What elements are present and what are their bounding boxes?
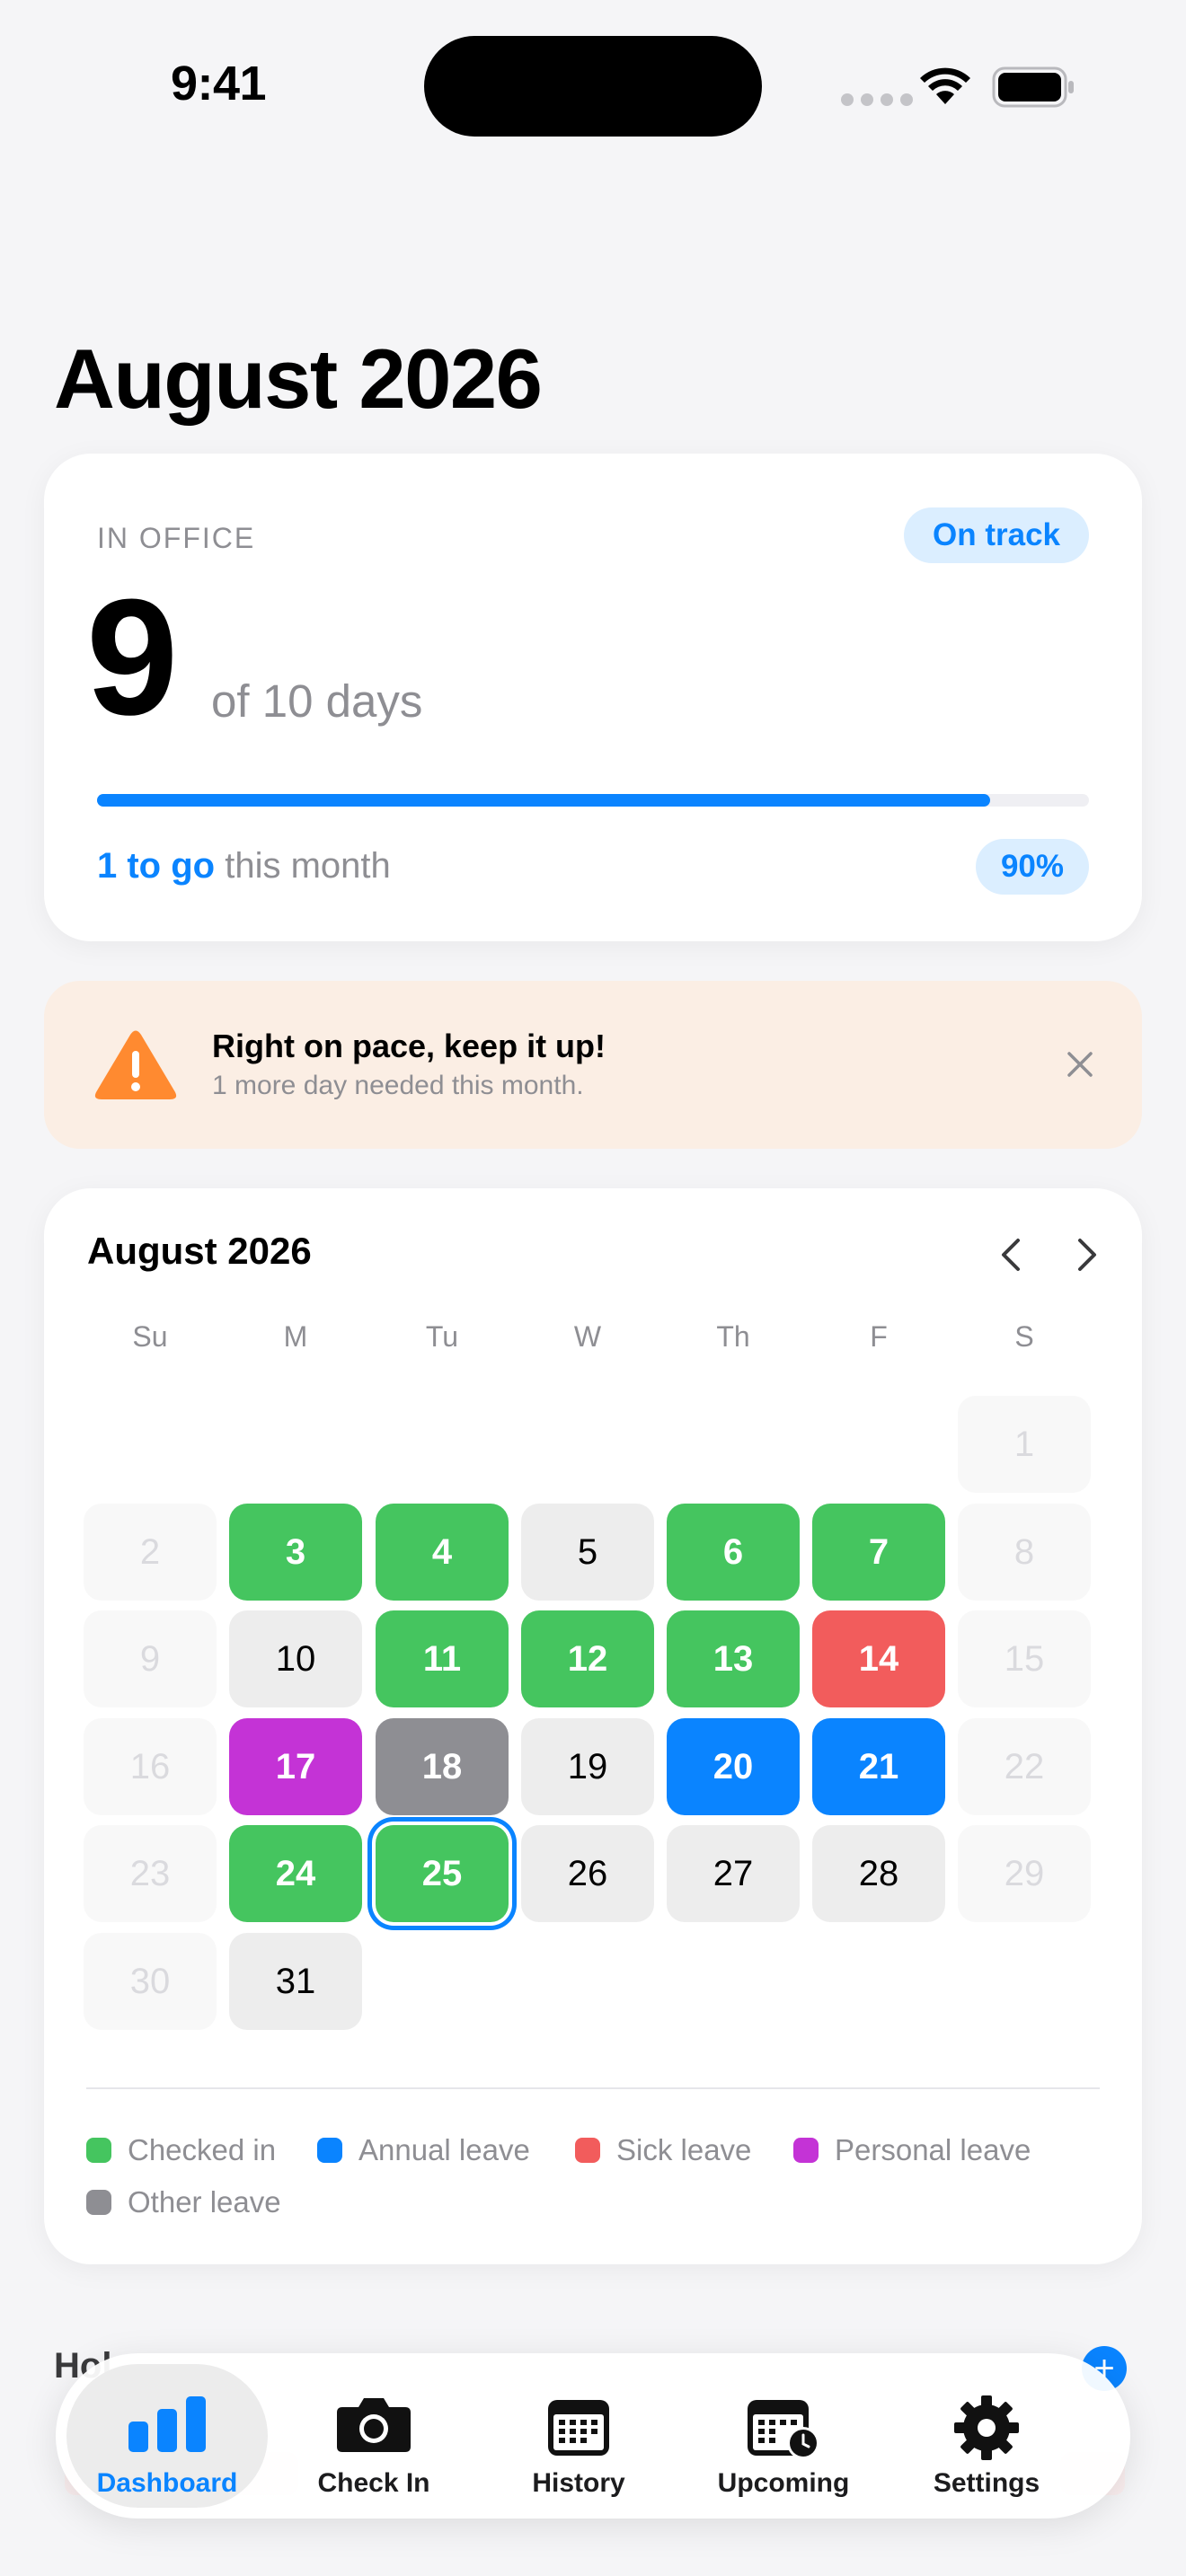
calendar-day[interactable]: 16 [84, 1718, 217, 1815]
calendar-icon [548, 2400, 609, 2456]
percent-badge: 90% [975, 839, 1089, 895]
summary-label: IN OFFICE [97, 522, 256, 554]
calendar-day[interactable]: 8 [958, 1504, 1091, 1601]
calendar-day[interactable]: 3 [229, 1504, 362, 1601]
legend-swatch [575, 2138, 600, 2163]
legend-label: Checked in [128, 2133, 277, 2166]
status-badge: On track [904, 507, 1089, 563]
weekday-label: M [283, 1320, 308, 1353]
close-icon[interactable] [1065, 1049, 1095, 1080]
legend-label: Other leave [128, 2185, 281, 2219]
days-count: 9 [86, 564, 178, 749]
legend-label: Sick leave [616, 2133, 752, 2166]
calendar-day[interactable]: 11 [376, 1610, 509, 1707]
calendar-day[interactable]: 9 [84, 1610, 217, 1707]
calendar-day[interactable]: 19 [521, 1718, 654, 1815]
progress-fill [97, 794, 990, 807]
office-summary-card: IN OFFICE On track 9 of 10 days 1 to go … [44, 454, 1142, 941]
legend-item: Personal leave [793, 2133, 1031, 2167]
calendar-day[interactable]: 23 [84, 1825, 217, 1922]
calendar-day[interactable]: 5 [521, 1504, 654, 1601]
calendar-day[interactable]: 29 [958, 1825, 1091, 1922]
legend-label: Annual leave [358, 2133, 530, 2166]
legend-item: Checked in [86, 2133, 276, 2167]
weekday-label: Th [716, 1320, 750, 1353]
warning-icon [94, 1030, 177, 1099]
calendar-day-today[interactable]: 25 [376, 1825, 509, 1922]
calendar-day[interactable]: 17 [229, 1718, 362, 1815]
legend-swatch [317, 2138, 342, 2163]
camera-icon [337, 2398, 411, 2452]
weekday-label: W [573, 1320, 602, 1353]
tab-bar: Dashboard Check In History Upcoming Sett… [56, 2353, 1130, 2519]
tab-label: History [532, 2468, 625, 2498]
tab-label: Check In [317, 2468, 430, 2498]
calendar-day[interactable]: 13 [667, 1610, 800, 1707]
days-target: of 10 days [211, 675, 423, 727]
battery-icon [992, 66, 1074, 108]
bar-chart-icon [128, 2396, 206, 2452]
tab-settings[interactable]: Settings [886, 2364, 1087, 2508]
status-bar: 9:41 [0, 0, 1186, 171]
next-month-button[interactable] [1066, 1235, 1105, 1275]
legend-swatch [86, 2138, 111, 2163]
calendar-day[interactable]: 26 [521, 1825, 654, 1922]
calendar-day[interactable]: 7 [812, 1504, 945, 1601]
calendar-day[interactable]: 30 [84, 1933, 217, 2030]
legend-item: Annual leave [317, 2133, 530, 2167]
calendar-day[interactable]: 31 [229, 1933, 362, 2030]
calendar-day[interactable]: 27 [667, 1825, 800, 1922]
weekday-label: Tu [425, 1320, 459, 1353]
cellular-signal-icon [841, 93, 913, 106]
status-time: 9:41 [171, 57, 267, 110]
calendar-day[interactable]: 20 [667, 1718, 800, 1815]
gear-icon [954, 2395, 1019, 2460]
calendar-day[interactable]: 24 [229, 1825, 362, 1922]
weekday-label: F [870, 1320, 888, 1353]
calendar-day[interactable]: 2 [84, 1504, 217, 1601]
remaining-text: 1 to go this month [97, 846, 391, 887]
weekday-label: Su [132, 1320, 168, 1353]
remaining-suffix: this month [215, 846, 391, 886]
tab-label: Settings [933, 2468, 1040, 2498]
calendar-day[interactable]: 4 [376, 1504, 509, 1601]
calendar-day[interactable]: 10 [229, 1610, 362, 1707]
calendar-day[interactable]: 1 [958, 1396, 1091, 1493]
dynamic-island [424, 36, 762, 137]
calendar-day[interactable]: 21 [812, 1718, 945, 1815]
calendar-clock-icon [748, 2400, 819, 2459]
calendar-day[interactable]: 22 [958, 1718, 1091, 1815]
calendar-month-title: August 2026 [87, 1230, 312, 1272]
calendar-day[interactable]: 18 [376, 1718, 509, 1815]
calendar-divider [86, 2087, 1100, 2089]
remaining-value: 1 to go [97, 846, 216, 886]
legend-item: Sick leave [575, 2133, 751, 2167]
legend-swatch [793, 2138, 819, 2163]
tab-label: Dashboard [96, 2468, 238, 2498]
legend-label: Personal leave [835, 2133, 1031, 2166]
alert-title: Right on pace, keep it up! [212, 1028, 606, 1064]
calendar-day[interactable]: 6 [667, 1504, 800, 1601]
calendar-card: August 2026 Su M Tu W Th F S 1 2 3 4 5 6 7 8 9 10 11 12 13… [44, 1188, 1142, 2264]
wifi-icon [920, 67, 970, 104]
legend-item: Other leave [86, 2185, 281, 2219]
tab-upcoming[interactable]: Upcoming [683, 2364, 884, 2508]
previous-month-button[interactable] [993, 1235, 1032, 1275]
pace-alert-banner: Right on pace, keep it up! 1 more day ne… [44, 981, 1142, 1149]
tab-label: Upcoming [717, 2468, 850, 2498]
progress-bar [97, 794, 1089, 807]
calendar-day[interactable]: 15 [958, 1610, 1091, 1707]
legend-swatch [86, 2190, 111, 2215]
calendar-day[interactable]: 12 [521, 1610, 654, 1707]
tab-check-in[interactable]: Check In [273, 2364, 474, 2508]
alert-subtitle: 1 more day needed this month. [212, 1071, 584, 1100]
calendar-day[interactable]: 28 [812, 1825, 945, 1922]
page-title: August 2026 [54, 331, 543, 426]
tab-dashboard[interactable]: Dashboard [66, 2364, 268, 2508]
weekday-label: S [1014, 1320, 1034, 1353]
tab-history[interactable]: History [478, 2364, 679, 2508]
calendar-day[interactable]: 14 [812, 1610, 945, 1707]
